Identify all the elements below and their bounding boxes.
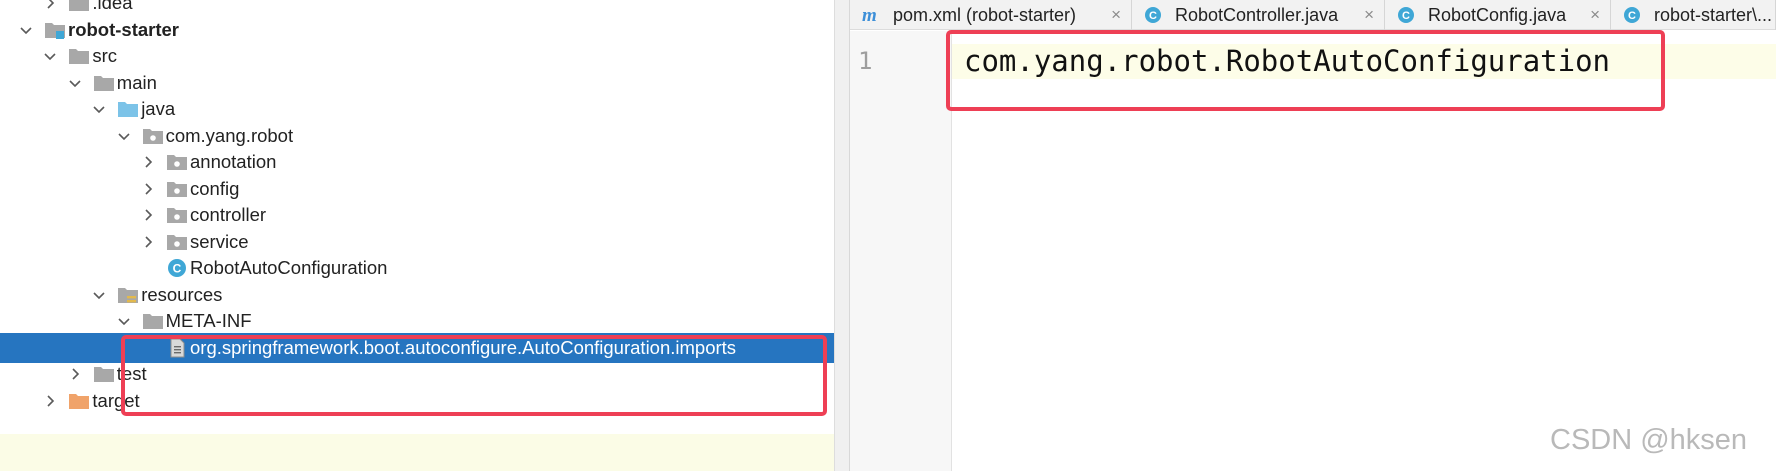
chevron-right-icon[interactable] bbox=[68, 367, 82, 381]
folder-gray-icon bbox=[142, 311, 164, 331]
package-icon bbox=[142, 126, 164, 146]
module-folder-icon bbox=[44, 20, 66, 40]
close-icon[interactable]: × bbox=[1364, 5, 1374, 25]
tab-label: robot-starter\... bbox=[1654, 5, 1773, 25]
tree-item-meta-inf[interactable]: META-INF bbox=[0, 306, 834, 336]
tree-item-annotation[interactable]: annotation bbox=[0, 147, 834, 177]
tree-item-label: com.yang.robot bbox=[165, 124, 294, 146]
package-icon bbox=[166, 152, 188, 172]
tree-item-label: resources bbox=[141, 283, 223, 305]
chevron-down-icon[interactable] bbox=[117, 314, 131, 328]
chevron-down-icon[interactable] bbox=[117, 129, 131, 143]
tree-item-resources[interactable]: resources bbox=[0, 280, 834, 310]
svg-text:C: C bbox=[173, 262, 182, 276]
resources-folder-icon bbox=[117, 285, 139, 305]
folder-gray-icon bbox=[93, 364, 115, 384]
chevron-down-icon[interactable] bbox=[92, 288, 106, 302]
tree-bottom-fill bbox=[0, 434, 834, 471]
tree-highlight-box bbox=[121, 335, 827, 416]
editor-tab-bar: m pom.xml (robot-starter) × C RobotControlle… bbox=[850, 0, 1776, 30]
close-icon[interactable]: × bbox=[1111, 5, 1121, 25]
folder-gray-icon bbox=[93, 73, 115, 93]
tab-label: pom.xml (robot-starter) bbox=[893, 5, 1077, 25]
svg-text:C: C bbox=[1628, 10, 1636, 22]
maven-icon: m bbox=[862, 5, 880, 26]
tree-item-config[interactable]: config bbox=[0, 174, 834, 204]
tree-item-label: robot-starter bbox=[68, 18, 180, 40]
tree-item-service[interactable]: service bbox=[0, 227, 834, 257]
editor-highlight-box bbox=[946, 30, 1665, 111]
package-icon bbox=[166, 205, 188, 225]
tree-item-label: service bbox=[190, 230, 249, 252]
tree-item-label: main bbox=[116, 71, 157, 93]
chevron-down-icon[interactable] bbox=[68, 76, 82, 90]
source-folder-icon bbox=[117, 99, 139, 119]
chevron-down-icon[interactable] bbox=[19, 23, 33, 37]
chevron-right-icon[interactable] bbox=[141, 155, 155, 169]
svg-text:m: m bbox=[862, 6, 877, 24]
tree-item-label: java bbox=[141, 98, 176, 119]
tree-item-label: annotation bbox=[190, 151, 277, 172]
java-class-icon: C bbox=[166, 258, 188, 278]
java-class-icon: C bbox=[1144, 6, 1162, 24]
tree-item-java[interactable]: java bbox=[0, 94, 834, 124]
chevron-right-icon[interactable] bbox=[43, 0, 57, 10]
tree-item-robotautoconfiguration[interactable]: C RobotAutoConfiguration bbox=[0, 253, 834, 283]
tree-editor-splitter[interactable] bbox=[834, 0, 850, 471]
package-icon bbox=[166, 179, 188, 199]
tree-item-com-yang-robot[interactable]: com.yang.robot bbox=[0, 121, 834, 151]
chevron-right-icon[interactable] bbox=[141, 235, 155, 249]
svg-text:C: C bbox=[1402, 10, 1410, 22]
tree-item-label: RobotAutoConfiguration bbox=[190, 257, 388, 278]
line-number: 1 bbox=[858, 47, 873, 75]
chevron-right-icon[interactable] bbox=[43, 394, 57, 408]
tree-item-label: .idea bbox=[92, 0, 133, 13]
chevron-down-icon[interactable] bbox=[92, 102, 106, 116]
tree-item-label: controller bbox=[190, 204, 267, 225]
tab-label: RobotController.java bbox=[1175, 5, 1339, 25]
line-gutter: 1 bbox=[850, 31, 952, 471]
tree-item-label: config bbox=[190, 177, 240, 199]
chevron-down-icon[interactable] bbox=[43, 49, 57, 63]
tree-item-robot-starter[interactable]: robot-starter bbox=[0, 15, 834, 45]
tree-item-controller[interactable]: controller bbox=[0, 200, 834, 230]
tree-item-label: src bbox=[92, 45, 118, 66]
close-icon[interactable]: × bbox=[1590, 5, 1600, 25]
package-icon bbox=[166, 232, 188, 252]
svg-text:C: C bbox=[1149, 10, 1157, 22]
folder-gray-icon bbox=[68, 46, 90, 66]
tree-item-main[interactable]: main bbox=[0, 68, 834, 98]
chevron-right-icon[interactable] bbox=[141, 208, 155, 222]
tree-item-src[interactable]: src bbox=[0, 41, 834, 71]
folder-gray-icon bbox=[68, 0, 90, 13]
editor-tab[interactable]: C RobotConfig.java × bbox=[1385, 0, 1611, 30]
editor-tab[interactable]: m pom.xml (robot-starter) × bbox=[850, 0, 1132, 30]
tree-item-label: META-INF bbox=[165, 310, 252, 331]
tab-label: RobotConfig.java bbox=[1428, 5, 1567, 25]
folder-orange-icon bbox=[68, 391, 90, 411]
chevron-right-icon[interactable] bbox=[141, 182, 155, 196]
editor-tab[interactable]: C RobotController.java × bbox=[1132, 0, 1385, 30]
java-class-icon: C bbox=[1397, 6, 1415, 24]
watermark: CSDN @hksen bbox=[1550, 424, 1748, 456]
java-class-icon: C bbox=[1623, 6, 1641, 24]
editor-tab[interactable]: Crobot-starter\... bbox=[1611, 0, 1776, 30]
